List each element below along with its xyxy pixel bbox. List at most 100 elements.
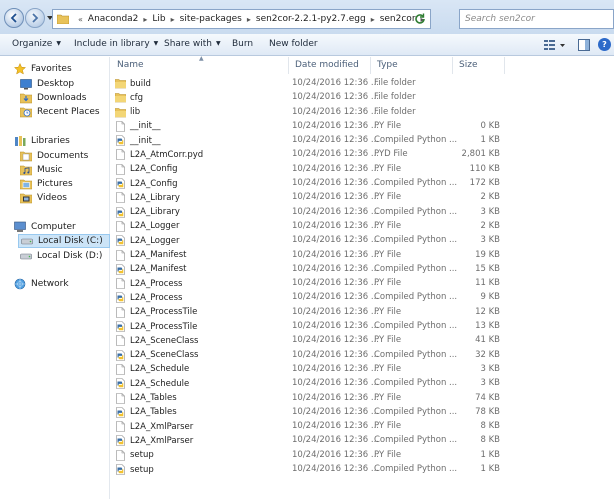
table-row[interactable]: L2A_ProcessTile 10/24/2016 12:36 ... Compi… (111, 320, 614, 334)
burn-button[interactable]: Burn (232, 39, 253, 49)
nav-recent-places[interactable]: Recent Places (20, 105, 100, 119)
nav-documents[interactable]: Documents (20, 149, 88, 163)
table-row[interactable]: L2A_Schedule 10/24/2016 12:36 ... Compiled… (111, 377, 614, 391)
file-type: File folder (374, 106, 416, 117)
breadcrumb-egg[interactable]: sen2cor-2.2.1-py2.7.egg (256, 14, 366, 24)
breadcrumb-separator-icon[interactable]: ▸ (247, 15, 251, 24)
file-date: 10/24/2016 12:36 ... (292, 378, 379, 389)
network-icon (14, 278, 26, 290)
file-name: L2A_SceneClass (130, 335, 199, 346)
table-row[interactable]: L2A_Manifest 10/24/2016 12:36 ... PY File 1… (111, 249, 614, 263)
table-row[interactable]: L2A_XmlParser 10/24/2016 12:36 ... Compile… (111, 434, 614, 448)
table-row[interactable]: L2A_Logger 10/24/2016 12:36 ... PY File 2 K… (111, 220, 614, 234)
change-view-icon[interactable] (543, 39, 567, 51)
nav-music[interactable]: Music (20, 163, 63, 177)
table-row[interactable]: setup 10/24/2016 12:36 ... Compiled Python… (111, 463, 614, 477)
nav-desktop[interactable]: Desktop (20, 77, 74, 91)
table-row[interactable]: L2A_SceneClass 10/24/2016 12:36 ... Compil… (111, 349, 614, 363)
help-icon[interactable]: ? (598, 38, 611, 51)
file-name-cell: L2A_Schedule (115, 378, 190, 390)
file-date: 10/24/2016 12:36 ... (292, 206, 379, 217)
share-with-button[interactable]: Share with ▼ (164, 39, 221, 49)
table-row[interactable]: __init__ 10/24/2016 12:36 ... Compiled Pyt… (111, 134, 614, 148)
breadcrumb-overflow[interactable]: « (78, 15, 83, 24)
table-row[interactable]: L2A_ProcessTile 10/24/2016 12:36 ... PY Fi… (111, 306, 614, 320)
file-date: 10/24/2016 12:36 ... (292, 349, 379, 360)
star-icon (14, 63, 26, 75)
file-size: 2 KB (480, 192, 500, 203)
search-input[interactable]: Search sen2cor (459, 9, 614, 29)
python-file-icon (115, 178, 126, 189)
column-header-date[interactable]: Date modified (289, 57, 371, 74)
preview-pane-icon[interactable] (578, 39, 590, 51)
file-type: File folder (374, 92, 416, 103)
file-list: Name ▲ Date modified Type Size build 10/2… (111, 55, 614, 499)
table-row[interactable]: L2A_Manifest 10/24/2016 12:36 ... Compiled… (111, 263, 614, 277)
nav-recent-places-label: Recent Places (37, 107, 100, 117)
table-row[interactable]: L2A_Config 10/24/2016 12:36 ... PY File 110… (111, 163, 614, 177)
file-name-cell: L2A_Tables (115, 392, 177, 404)
file-type: PY File (374, 421, 402, 432)
include-in-library-button[interactable]: Include in library ▼ (74, 39, 158, 49)
forward-button[interactable] (25, 8, 45, 28)
file-name: L2A_Config (130, 178, 178, 189)
breadcrumb-separator-icon[interactable]: ▸ (143, 15, 147, 24)
file-date: 10/24/2016 12:36 ... (292, 421, 379, 432)
nav-network[interactable]: Network (14, 277, 69, 291)
column-header-type[interactable]: Type (371, 57, 453, 74)
table-row[interactable]: L2A_Tables 10/24/2016 12:36 ... Compiled P… (111, 406, 614, 420)
breadcrumb-separator-icon[interactable]: ▸ (171, 15, 175, 24)
table-row[interactable]: L2A_AtmCorr.pyd 10/24/2016 12:36 ... PYD F… (111, 148, 614, 162)
breadcrumb-site-packages[interactable]: site-packages (180, 14, 242, 24)
file-name: L2A_Logger (130, 221, 180, 232)
organize-label: Organize (12, 39, 53, 49)
file-size: 9 KB (480, 292, 500, 303)
table-row[interactable]: L2A_Library 10/24/2016 12:36 ... Compiled … (111, 206, 614, 220)
breadcrumb-lib[interactable]: Lib (152, 14, 165, 24)
breadcrumb-separator-icon[interactable]: ▸ (371, 15, 375, 24)
file-icon (115, 249, 126, 261)
refresh-icon[interactable] (413, 12, 427, 26)
new-folder-button[interactable]: New folder (269, 39, 318, 49)
table-row[interactable]: setup 10/24/2016 12:36 ... PY File 1 KB (111, 449, 614, 463)
table-row[interactable]: cfg 10/24/2016 12:36 ... File folder (111, 91, 614, 105)
file-date: 10/24/2016 12:36 ... (292, 235, 379, 246)
breadcrumb-anaconda2[interactable]: Anaconda2 (88, 14, 139, 24)
breadcrumb-sen2cor[interactable]: sen2cor (380, 14, 416, 24)
table-row[interactable]: lib 10/24/2016 12:36 ... File folder (111, 106, 614, 120)
organize-button[interactable]: Organize ▼ (12, 39, 61, 49)
table-row[interactable]: L2A_Schedule 10/24/2016 12:36 ... PY File 3… (111, 363, 614, 377)
file-name: L2A_Schedule (130, 364, 190, 375)
nav-local-disk-d[interactable]: Local Disk (D:) (20, 249, 102, 263)
file-icon (115, 421, 126, 432)
table-row[interactable]: L2A_Tables 10/24/2016 12:36 ... PY File 74 … (111, 392, 614, 406)
table-row[interactable]: L2A_XmlParser 10/24/2016 12:36 ... PY File… (111, 420, 614, 434)
back-button[interactable] (4, 8, 24, 28)
table-row[interactable]: L2A_Config 10/24/2016 12:36 ... Compiled P… (111, 177, 614, 191)
nav-local-disk-c-label: Local Disk (C:) (38, 236, 103, 246)
file-size: 74 KB (475, 392, 500, 403)
nav-pictures-label: Pictures (37, 179, 73, 189)
table-row[interactable]: L2A_Process 10/24/2016 12:36 ... PY File 11… (111, 277, 614, 291)
table-row[interactable]: L2A_Process 10/24/2016 12:36 ... Compiled … (111, 291, 614, 305)
nav-downloads[interactable]: Downloads (20, 91, 86, 105)
nav-documents-label: Documents (37, 151, 89, 161)
table-row[interactable]: build 10/24/2016 12:36 ... File folder (111, 77, 614, 91)
file-name: L2A_Library (130, 207, 180, 218)
table-row[interactable]: L2A_Logger 10/24/2016 12:36 ... Compiled P… (111, 234, 614, 248)
nav-computer[interactable]: Computer (14, 220, 76, 234)
nav-libraries[interactable]: Libraries (14, 134, 70, 148)
table-row[interactable]: L2A_SceneClass 10/24/2016 12:36 ... PY Fil… (111, 334, 614, 348)
nav-videos[interactable]: Videos (20, 191, 67, 205)
column-header-size[interactable]: Size (453, 57, 505, 74)
command-bar: Organize ▼ Include in library ▼ Share with… (0, 34, 614, 56)
column-header-name[interactable]: Name ▲ (111, 55, 289, 74)
table-row[interactable]: L2A_Library 10/24/2016 12:36 ... PY File 2 … (111, 191, 614, 205)
file-type: PY File (374, 249, 402, 260)
file-name: L2A_Schedule (130, 378, 190, 389)
nav-pictures[interactable]: Pictures (20, 177, 73, 191)
breadcrumb[interactable]: « Anaconda2 ▸ Lib ▸ site-packages ▸ sen2… (52, 9, 431, 29)
nav-favorites[interactable]: Favorites (14, 62, 72, 76)
table-row[interactable]: __init__ 10/24/2016 12:36 ... PY File 0 KB (111, 120, 614, 134)
nav-local-disk-c[interactable]: Local Disk (C:) (18, 234, 110, 248)
